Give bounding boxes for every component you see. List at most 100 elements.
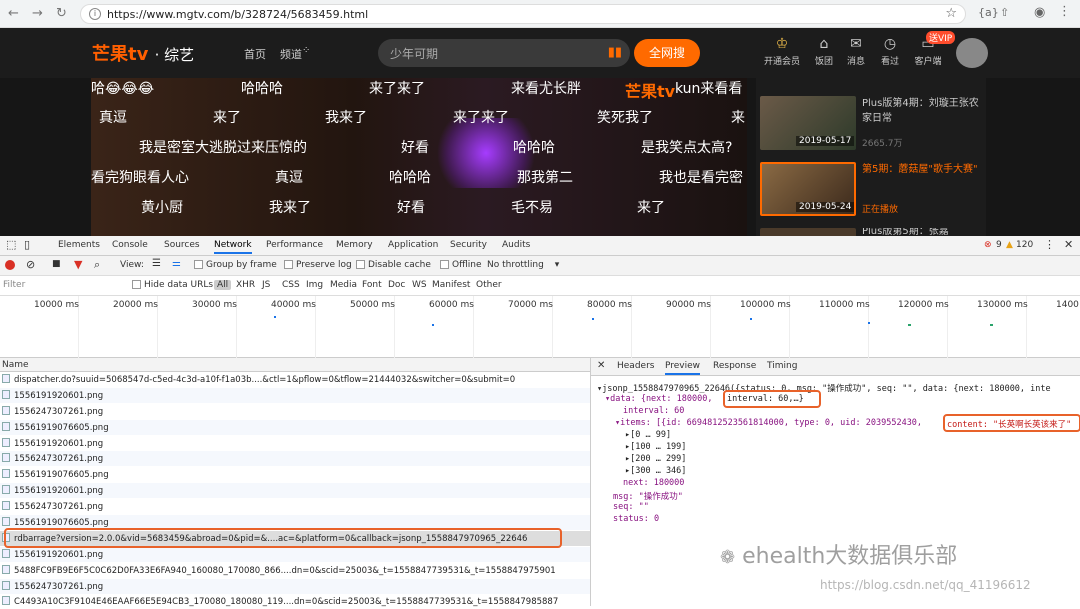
table-row[interactable]: 1556247307261.png — [0, 499, 590, 514]
disable-cache[interactable]: Disable cache — [356, 260, 431, 270]
type-js[interactable]: JS — [262, 280, 270, 290]
search-input[interactable]: 少年可期 — [390, 45, 438, 62]
checkbox[interactable] — [356, 260, 365, 269]
tab-network[interactable]: Network — [214, 240, 252, 254]
history-link[interactable]: ◷ 看过 — [870, 36, 910, 67]
search-box[interactable]: 少年可期 ▮▮ — [378, 39, 630, 67]
tab-preview[interactable]: Preview — [665, 361, 701, 375]
extension-icon[interactable]: {a} — [978, 6, 999, 19]
close-icon[interactable]: ✕ — [597, 360, 605, 371]
type-all[interactable]: All — [214, 280, 232, 290]
tab-audits[interactable]: Audits — [502, 240, 530, 250]
vip-link[interactable]: ♔ 开通会员 — [762, 36, 802, 67]
table-row[interactable]: 1556191920601.png — [0, 436, 590, 451]
tab-memory[interactable]: Memory — [336, 240, 373, 250]
group-by-frame[interactable]: Group by frame — [194, 260, 277, 270]
back-icon[interactable]: ← — [8, 6, 19, 21]
warning-icon: ▲ — [1006, 240, 1013, 250]
json-array-range[interactable]: ▸[300 … 346] — [625, 466, 686, 476]
close-icon[interactable]: ✕ — [1064, 238, 1073, 251]
url-text[interactable]: https://www.mgtv.com/b/328724/5683459.ht… — [107, 8, 368, 21]
profile-icon[interactable]: ◉ — [1034, 5, 1045, 20]
type-font[interactable]: Font — [362, 280, 382, 290]
tab-performance[interactable]: Performance — [266, 240, 323, 250]
reload-icon[interactable]: ↻ — [56, 6, 67, 21]
table-row[interactable]: C4493A10C3F9104E46EAAF66E5E94CB3_170080_… — [0, 594, 590, 609]
type-manifest[interactable]: Manifest — [432, 280, 470, 290]
tab-headers[interactable]: Headers — [617, 361, 654, 371]
preserve-log[interactable]: Preserve log — [284, 260, 352, 270]
extension-icon[interactable]: ⇧ — [1000, 6, 1009, 19]
record-icon[interactable] — [5, 260, 15, 270]
warning-count: 120 — [1016, 240, 1034, 250]
table-row[interactable]: 1556247307261.png — [0, 579, 590, 594]
bookmark-star-icon[interactable]: ☆ — [945, 6, 957, 21]
search-button[interactable]: 全网搜 — [634, 39, 700, 67]
forward-icon[interactable]: → — [32, 6, 43, 21]
json-root-line[interactable]: ▾jsonp_1558847970965_22646({status: 0, m… — [597, 382, 1051, 394]
tab-elements[interactable]: Elements — [58, 240, 100, 250]
json-array-range[interactable]: ▸[200 … 299] — [625, 454, 686, 464]
json-data-line[interactable]: ▾data: {next: 180000, — [605, 394, 712, 404]
address-bar[interactable]: i https://www.mgtv.com/b/328724/5683459.… — [80, 4, 966, 24]
type-css[interactable]: CSS — [282, 280, 300, 290]
tab-security[interactable]: Security — [450, 240, 487, 250]
site-logo[interactable]: 芒果tv · 综艺 — [92, 40, 194, 66]
table-row[interactable]: 1556191907660​5.png — [0, 467, 590, 482]
checkbox[interactable] — [194, 260, 203, 269]
clear-icon[interactable]: ⊘ — [26, 258, 35, 271]
danmaku: 好看 — [397, 200, 425, 216]
table-row[interactable]: dispatcher.do?suuid=5068547d-c5ed-4c3d-a… — [0, 372, 590, 387]
playlist-item[interactable]: Plus版第5期：张嘉 — [760, 228, 984, 236]
nav-channel[interactable]: 频道 — [280, 46, 302, 62]
search-icon[interactable]: ⌕ — [94, 258, 100, 272]
inspect-icon[interactable]: ⬚ — [6, 238, 16, 251]
table-row[interactable]: 1556191907660​5.png — [0, 420, 590, 435]
type-media[interactable]: Media — [330, 280, 357, 290]
table-row[interactable]: 5488FC9FB9E6F5C0C62D0FA33E6FA940_160080_… — [0, 563, 590, 578]
throttling-select[interactable]: No throttling ▾ — [487, 260, 559, 270]
list-view-icon[interactable]: ☰ — [152, 258, 161, 269]
menu-icon[interactable]: ⋮ — [1058, 4, 1071, 19]
checkbox[interactable] — [440, 260, 449, 269]
waterfall-view-icon[interactable]: ⚌ — [172, 258, 181, 269]
offline-toggle[interactable]: Offline — [440, 260, 482, 270]
checkbox[interactable] — [132, 280, 141, 289]
hide-data-urls[interactable]: Hide data URLs — [132, 280, 213, 290]
request-name: 1556247307261.png — [14, 407, 104, 417]
playlist-item[interactable]: 2019-05-17 Plus版第4期：刘璇王张农家日常 2665.7万 — [760, 96, 984, 154]
site-info-icon[interactable]: i — [89, 8, 101, 20]
playlist-item-active[interactable]: 2019-05-24 第5期：蘑菇屋"歌手大赛" 正在播放 — [760, 162, 984, 220]
filter-icon[interactable]: ▼ — [74, 258, 82, 271]
filter-input[interactable]: Filter — [3, 280, 25, 290]
checkbox[interactable] — [284, 260, 293, 269]
nav-home[interactable]: 首页 — [244, 46, 266, 62]
more-icon[interactable]: ⋮ — [1044, 238, 1055, 251]
type-img[interactable]: Img — [306, 280, 323, 290]
camera-icon[interactable]: ■ — [52, 259, 61, 269]
table-row[interactable]: 1556247307261.png — [0, 404, 590, 419]
tab-response[interactable]: Response — [713, 361, 756, 371]
type-ws[interactable]: WS — [412, 280, 427, 290]
tab-console[interactable]: Console — [112, 240, 148, 250]
table-row[interactable]: 1556191920601.png — [0, 388, 590, 403]
json-items-line[interactable]: ▾items: [{id: 6694812523561814000, type:… — [615, 418, 922, 428]
device-toggle-icon[interactable]: ▯ — [24, 238, 30, 251]
type-other[interactable]: Other — [476, 280, 502, 290]
table-row[interactable]: 1556191920601.png — [0, 483, 590, 498]
json-array-range[interactable]: ▸[100 … 199] — [625, 442, 686, 452]
tab-sources[interactable]: Sources — [164, 240, 200, 250]
tab-timing[interactable]: Timing — [767, 361, 797, 371]
type-doc[interactable]: Doc — [388, 280, 405, 290]
video-player[interactable]: 芒果tv 哈😂😂😂 哈哈哈 来了来了 来看尤长胖 kun来看看 真逗 来了 我来… — [91, 78, 747, 236]
tab-application[interactable]: Application — [388, 240, 438, 250]
avatar[interactable] — [956, 38, 988, 68]
danmaku: 真逗 — [99, 110, 127, 126]
type-xhr[interactable]: XHR — [236, 280, 255, 290]
table-row[interactable]: 1556191920601.png — [0, 547, 590, 562]
name-column-header[interactable]: Name — [0, 358, 590, 372]
grid-icon[interactable]: ⁘ — [302, 45, 310, 56]
timeline-overview[interactable]: 10000 ms 20000 ms 30000 ms 40000 ms 5000… — [0, 296, 1080, 358]
json-array-range[interactable]: ▸[0 … 99] — [625, 430, 671, 440]
table-row[interactable]: 1556247307261.png — [0, 451, 590, 466]
